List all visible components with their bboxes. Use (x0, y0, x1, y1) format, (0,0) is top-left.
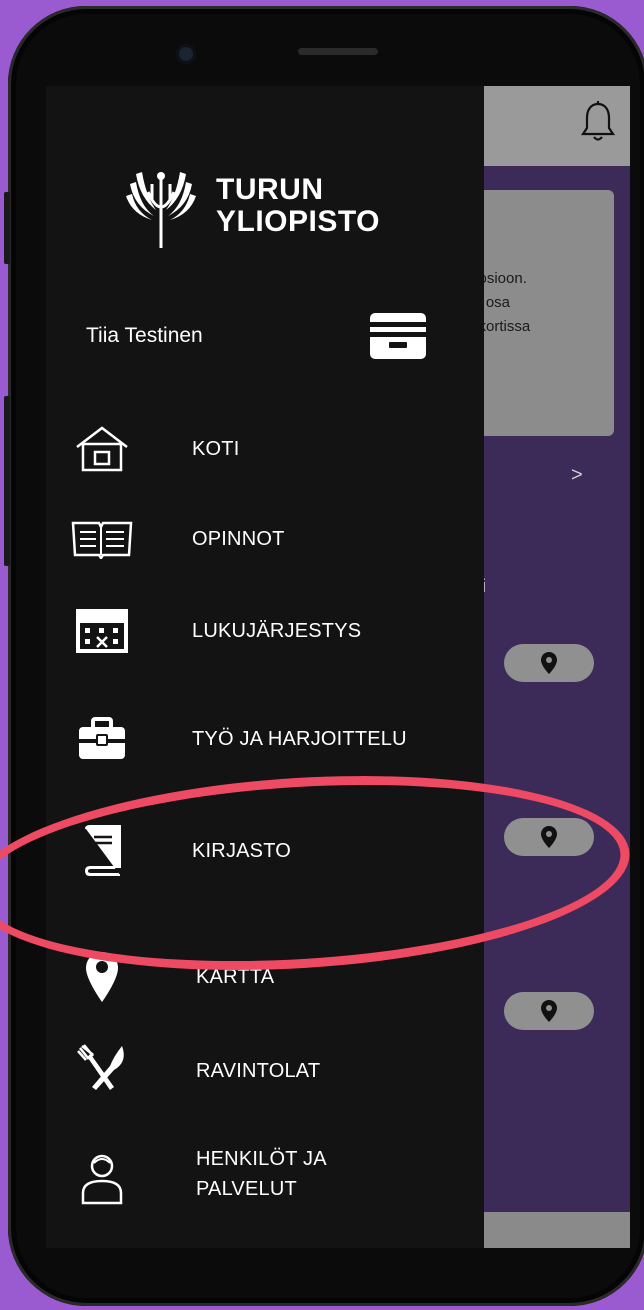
logo-line-1: TURUN (216, 173, 324, 206)
phone-frame: n osioon. ai osa n kortissa a. > ri (4, 6, 644, 1306)
fork-knife-icon (77, 1044, 124, 1090)
student-card-icon[interactable] (369, 312, 427, 360)
book-open-icon (71, 521, 133, 559)
menu-item-label: KOTI (192, 438, 240, 460)
menu-item-label: OPINNOT (192, 528, 285, 550)
menu-item-label: KIRJASTO (192, 840, 292, 862)
menu-item-opinnot[interactable]: OPINNOT (46, 504, 484, 574)
phone-speaker (298, 48, 378, 55)
map-pin-icon (541, 1000, 557, 1022)
map-pin-icon (86, 952, 118, 1002)
calendar-icon (76, 609, 128, 653)
menu-item-label: RAVINTOLAT (196, 1060, 321, 1082)
menu-item-lukujarjestys[interactable]: LUKUJÄRJESTYS (46, 596, 484, 666)
map-pin-icon (541, 826, 557, 848)
university-emblem-icon (126, 172, 196, 248)
menu-item-kartta[interactable]: KARTTA (46, 942, 484, 1012)
map-pin-button[interactable] (504, 818, 594, 856)
home-icon (76, 426, 128, 472)
menu-item-label: HENKILÖT JA PALVELUT (196, 1144, 327, 1204)
menu-item-henkilot-ja-palvelut[interactable]: HENKILÖT JA PALVELUT (46, 1136, 484, 1220)
logo-line-2: YLIOPISTO (216, 205, 380, 238)
menu-item-kirjasto[interactable]: KIRJASTO (46, 816, 484, 886)
menu-item-label: TYÖ JA HARJOITTELU (192, 728, 407, 750)
screen: n osioon. ai osa n kortissa a. > ri (46, 86, 630, 1248)
map-pin-button[interactable] (504, 644, 594, 682)
navigation-drawer: TURUN YLIOPISTO Tiia Testinen KOTI OPINN… (46, 86, 484, 1248)
menu-item-label-line-2: PALVELUT (196, 1178, 297, 1200)
front-camera (176, 44, 196, 64)
phone-side-button (4, 396, 10, 566)
briefcase-icon (79, 717, 125, 759)
menu-item-ravintolat[interactable]: RAVINTOLAT (46, 1034, 484, 1104)
chevron-right-icon[interactable]: > (571, 464, 583, 487)
menu-item-label: KARTTA (196, 966, 275, 988)
menu-item-tyo-ja-harjoittelu[interactable]: TYÖ JA HARJOITTELU (46, 704, 484, 774)
menu-item-label: LUKUJÄRJESTYS (192, 620, 362, 642)
person-icon (81, 1154, 123, 1205)
menu-item-label-line-1: HENKILÖT JA (196, 1148, 327, 1170)
library-book-icon (84, 825, 121, 876)
map-pin-button[interactable] (504, 992, 594, 1030)
bell-icon[interactable] (580, 100, 616, 144)
menu-item-koti[interactable]: KOTI (46, 414, 484, 484)
user-name: Tiia Testinen (86, 324, 203, 347)
map-pin-icon (541, 652, 557, 674)
university-logo: TURUN YLIOPISTO (126, 170, 396, 250)
university-name: TURUN YLIOPISTO (216, 174, 380, 238)
phone-side-button (4, 192, 10, 264)
